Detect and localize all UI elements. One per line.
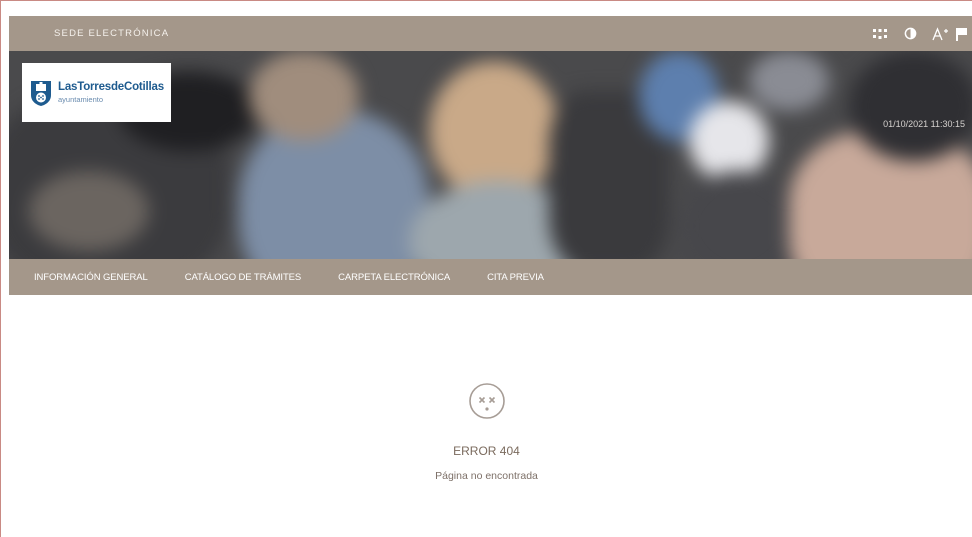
error-message: Página no encontrada bbox=[435, 470, 538, 482]
nav-item-cita-previa[interactable]: CITA PREVIA bbox=[487, 272, 544, 283]
logo-subtitle: ayuntamiento bbox=[58, 94, 104, 104]
page: SEDE ELECTRÓNICA 01/10/2021 11:30:15 Las… bbox=[0, 0, 972, 537]
municipality-logo[interactable]: LasTorresdeCotillas ayuntamiento bbox=[22, 63, 171, 122]
error-panel: ERROR 404 Página no encontrada bbox=[1, 381, 972, 482]
logo-name-part-2: TorresdeCotillas bbox=[77, 81, 164, 93]
sad-face-error-icon bbox=[468, 383, 505, 419]
top-bar: SEDE ELECTRÓNICA bbox=[9, 16, 972, 51]
site-title[interactable]: SEDE ELECTRÓNICA bbox=[54, 28, 169, 39]
font-size-icon[interactable] bbox=[925, 16, 955, 51]
error-code: ERROR 404 bbox=[453, 444, 520, 458]
logo-text: LasTorresdeCotillas ayuntamiento bbox=[58, 81, 164, 104]
nav-item-informacion-general[interactable]: INFORMACIÓN GENERAL bbox=[34, 272, 148, 283]
logo-name: LasTorresdeCotillas bbox=[58, 81, 164, 94]
language-flag-icon[interactable] bbox=[955, 16, 972, 51]
accessibility-tools bbox=[865, 16, 972, 51]
contrast-icon[interactable] bbox=[895, 16, 925, 51]
coat-of-arms-icon bbox=[31, 80, 51, 106]
datetime-display: 01/10/2021 11:30:15 bbox=[883, 119, 965, 129]
main-navigation: INFORMACIÓN GENERAL CATÁLOGO DE TRÁMITES… bbox=[9, 259, 972, 295]
logo-name-part-1: Las bbox=[58, 81, 78, 93]
keyboard-shortcuts-icon[interactable] bbox=[865, 16, 895, 51]
nav-item-catalogo-tramites[interactable]: CATÁLOGO DE TRÁMITES bbox=[185, 272, 302, 283]
nav-item-carpeta-electronica[interactable]: CARPETA ELECTRÓNICA bbox=[338, 272, 450, 283]
